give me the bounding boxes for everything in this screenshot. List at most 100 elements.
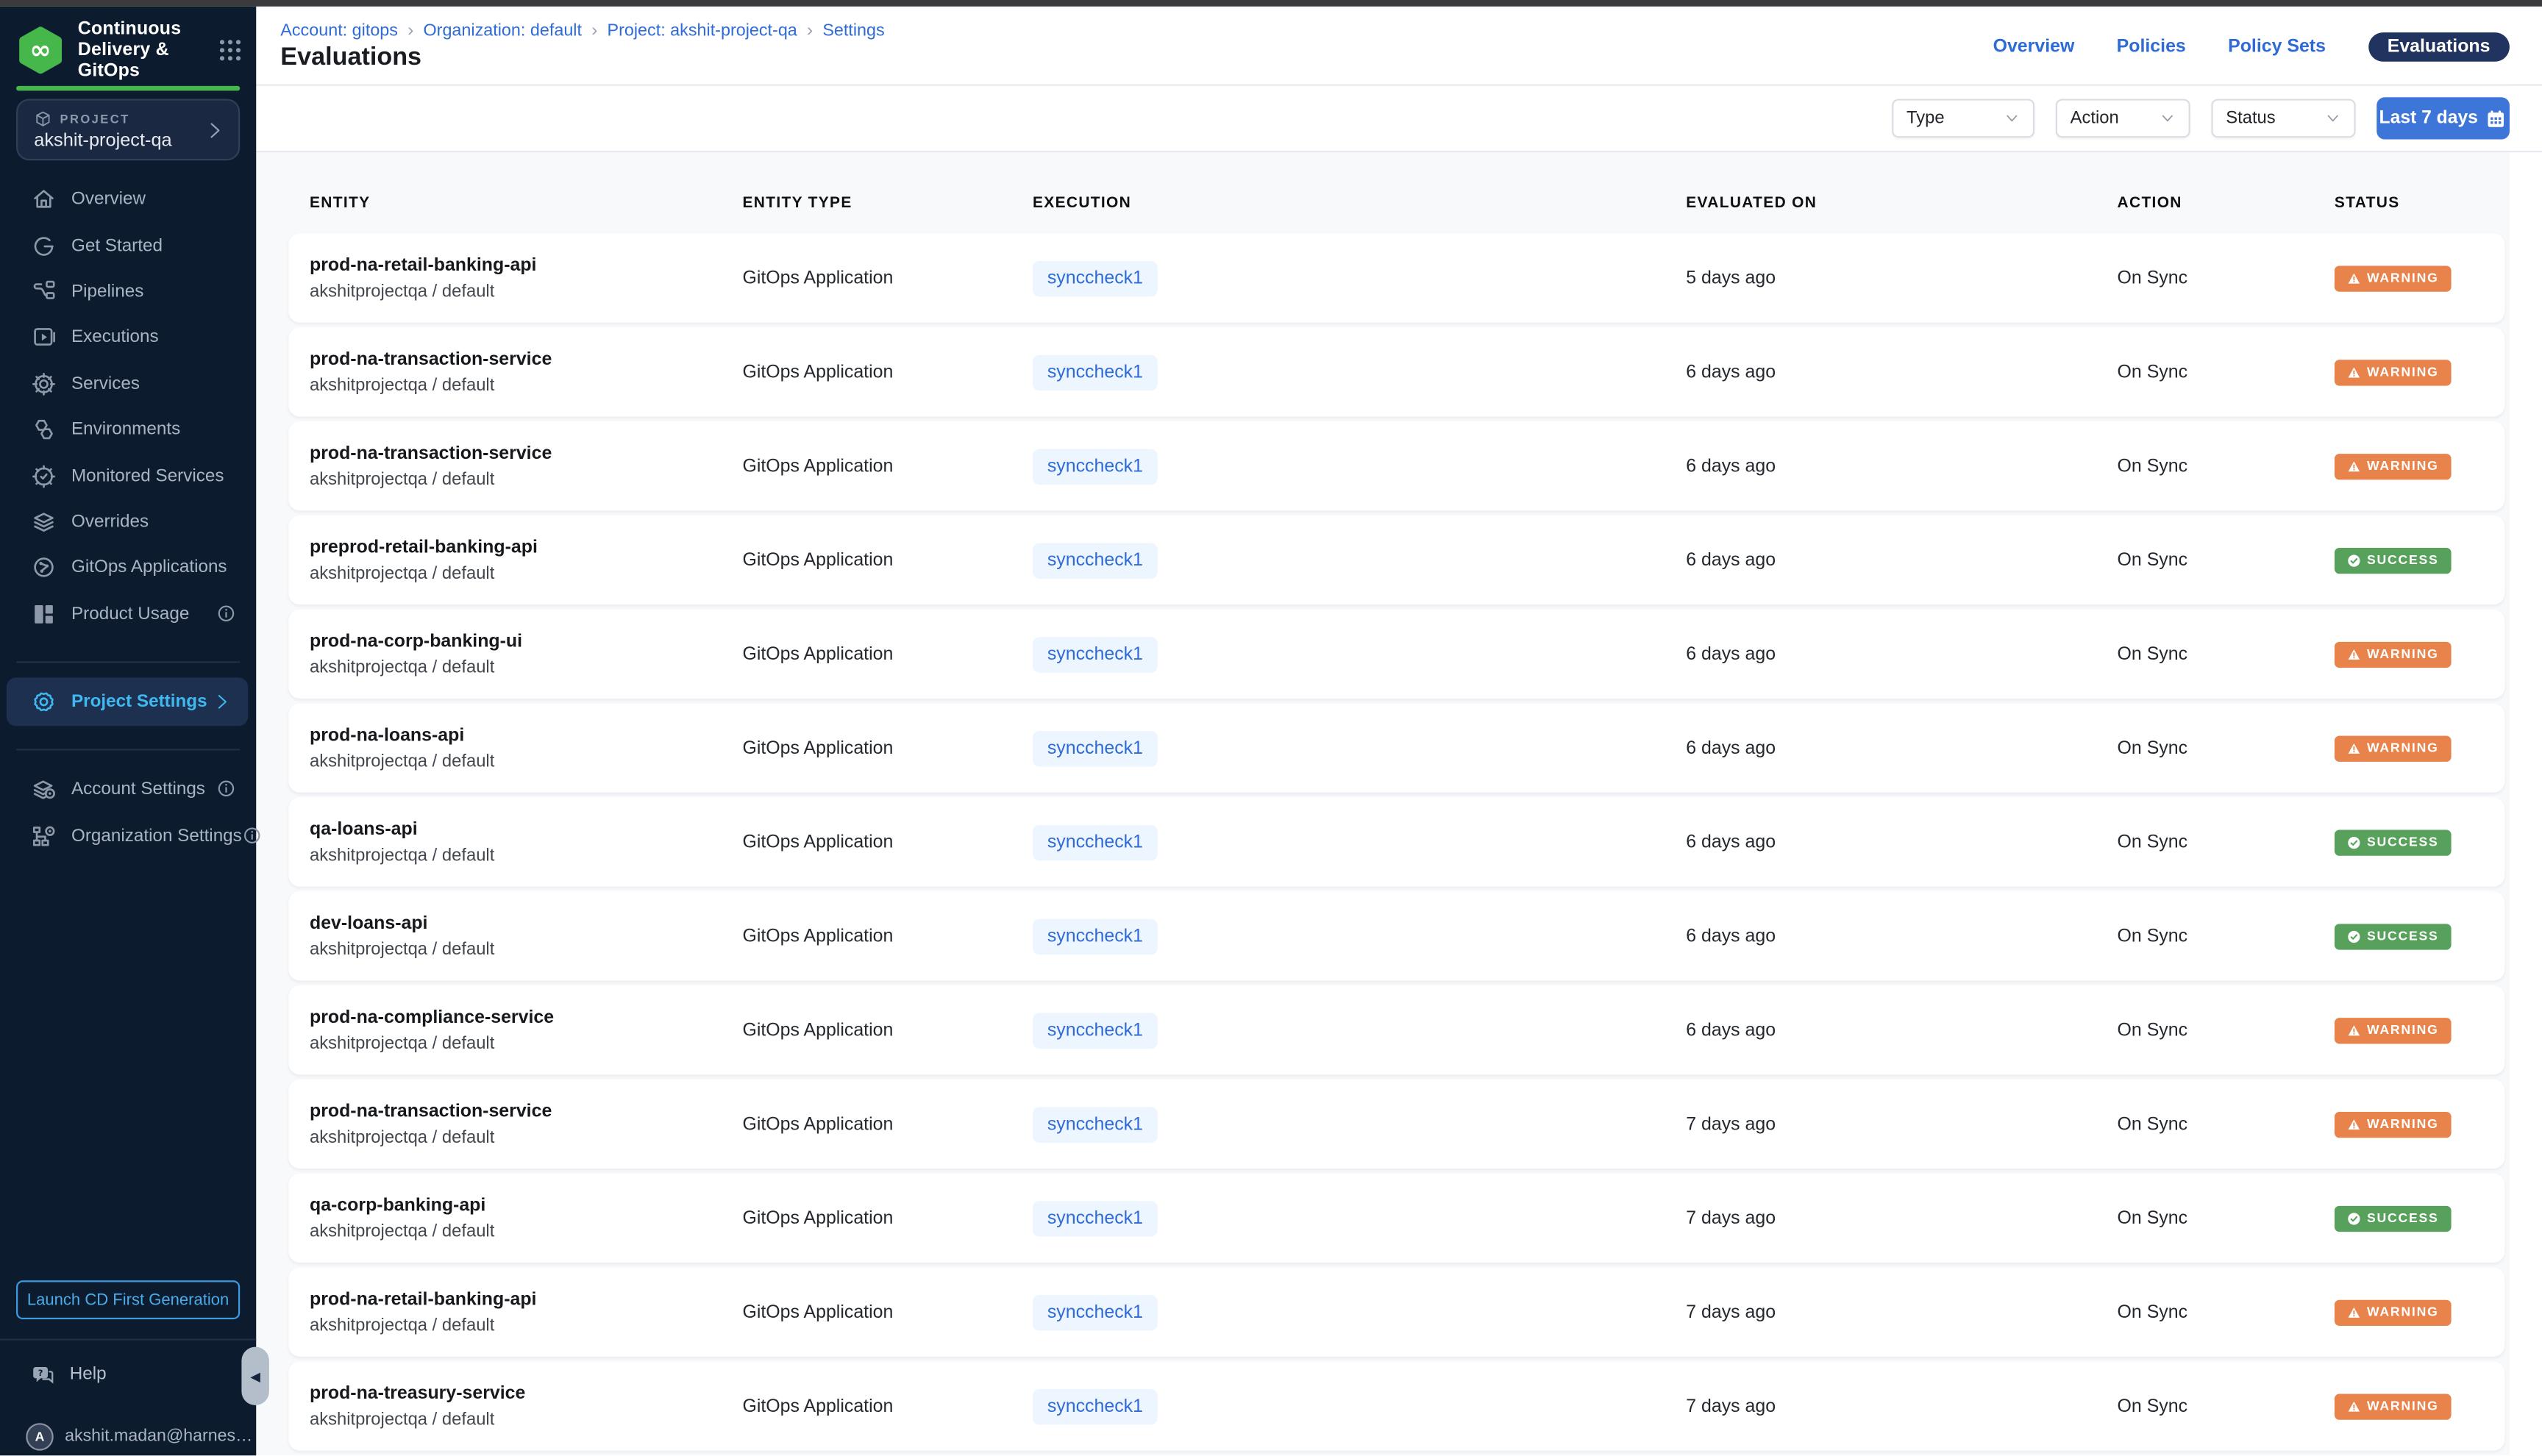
warning-icon [2348, 1118, 2361, 1131]
table-row[interactable]: prod-na-corp-banking-ui akshitprojectqa … [288, 609, 2505, 699]
project-selector[interactable]: PROJECT akshit-project-qa [16, 99, 241, 161]
tab-policy-sets[interactable]: Policy Sets [2228, 37, 2326, 56]
execution-link[interactable]: synccheck1 [1033, 542, 1158, 578]
execution-link[interactable]: synccheck1 [1033, 260, 1158, 296]
table-row[interactable]: preprod-retail-banking-api akshitproject… [288, 515, 2505, 605]
table-row[interactable]: dev-loans-api akshitprojectqa / default … [288, 891, 2505, 981]
sidebar-item-overview[interactable]: Overview [0, 176, 256, 223]
sidebar-item-pipelines[interactable]: Pipelines [0, 268, 256, 315]
sidebar-item-help[interactable]: ? Help [0, 1357, 256, 1392]
breadcrumb-link[interactable]: Account: gitops [280, 21, 398, 40]
entity-name: prod-na-treasury-service [309, 1383, 526, 1403]
breadcrumb-separator: › [807, 21, 813, 41]
evaluated-on-cell: 5 days ago [1686, 268, 1776, 288]
entity-type-cell: GitOps Application [742, 362, 894, 382]
sidebar-divider [0, 1338, 257, 1341]
success-icon [2348, 835, 2361, 849]
evaluated-on-cell: 7 days ago [1686, 1396, 1776, 1416]
status-badge: WARNING [2334, 640, 2452, 667]
entity-name: prod-na-retail-banking-api [309, 255, 537, 275]
sidebar-item-overrides[interactable]: Overrides [0, 499, 256, 545]
entity-name: qa-corp-banking-api [309, 1195, 486, 1215]
action-cell: On Sync [2117, 832, 2188, 852]
sidebar-item-gitops-applications[interactable]: GitOps Applications [0, 545, 256, 591]
execution-link[interactable]: synccheck1 [1033, 354, 1158, 390]
breadcrumb: Account: gitops › Organization: default › Pr… [280, 21, 884, 40]
table-row[interactable]: qa-corp-banking-api akshitprojectqa / de… [288, 1173, 2505, 1263]
product-usage-icon [31, 601, 57, 627]
status-badge: WARNING [2334, 1110, 2452, 1138]
execution-link[interactable]: synccheck1 [1033, 1106, 1158, 1142]
sidebar-item-project-settings[interactable]: Project Settings [6, 677, 249, 727]
info-icon [216, 778, 237, 799]
grid-9-dots-icon[interactable] [217, 38, 243, 63]
entity-type-cell: GitOps Application [742, 1208, 894, 1228]
breadcrumb-link[interactable]: Organization: default [424, 21, 582, 40]
status-filter-dropdown[interactable]: Status [2211, 99, 2356, 138]
table-row[interactable]: prod-na-transaction-service akshitprojec… [288, 421, 2505, 511]
tab-evaluations-active[interactable]: Evaluations [2368, 31, 2510, 61]
sidebar-item-environments[interactable]: Environments [0, 407, 256, 453]
execution-link[interactable]: synccheck1 [1033, 1012, 1158, 1048]
breadcrumb-link[interactable]: Settings [822, 21, 884, 40]
organization-settings-icon [31, 823, 57, 849]
sidebar-item-monitored-services[interactable]: Monitored Services [0, 453, 256, 499]
product-title: Continuous Delivery & GitOps [77, 18, 182, 81]
pipelines-icon [31, 279, 57, 304]
help-chat-icon: ? [31, 1363, 55, 1387]
sidebar-item-executions[interactable]: Executions [0, 315, 256, 361]
main-content: Account: gitops › Organization: default › Pr… [256, 6, 2542, 1456]
executions-icon [31, 325, 57, 351]
scrollbar-gutter [2509, 6, 2542, 1456]
execution-link[interactable]: synccheck1 [1033, 1293, 1158, 1330]
date-range-label: Last 7 days [2379, 108, 2478, 129]
tab-policies[interactable]: Policies [2117, 37, 2186, 56]
tab-overview[interactable]: Overview [1993, 37, 2075, 56]
table-row[interactable]: prod-na-loans-api akshitprojectqa / defa… [288, 703, 2505, 793]
action-filter-label: Action [2070, 108, 2119, 129]
sidebar-admin-nav: Account Settings Organization Settings [0, 765, 260, 859]
sidebar-item-services[interactable]: Services [0, 361, 256, 407]
evaluated-on-cell: 6 days ago [1686, 1020, 1776, 1040]
evaluated-on-cell: 7 days ago [1686, 1302, 1776, 1322]
user-account[interactable]: A akshit.madan@harnes… [0, 1416, 256, 1455]
action-cell: On Sync [2117, 550, 2188, 570]
evaluated-on-cell: 6 days ago [1686, 644, 1776, 664]
execution-link[interactable]: synccheck1 [1033, 1388, 1158, 1424]
action-cell: On Sync [2117, 268, 2188, 288]
sidebar-item-account-settings[interactable]: Account Settings [0, 765, 256, 812]
table-row[interactable]: prod-na-transaction-service akshitprojec… [288, 1079, 2505, 1169]
table-row[interactable]: qa-loans-api akshitprojectqa / default G… [288, 797, 2505, 887]
execution-link[interactable]: synccheck1 [1033, 918, 1158, 954]
cube-icon [34, 110, 51, 128]
execution-link[interactable]: synccheck1 [1033, 448, 1158, 484]
action-cell: On Sync [2117, 738, 2188, 758]
execution-link[interactable]: synccheck1 [1033, 636, 1158, 672]
breadcrumb-link[interactable]: Project: akshit-project-qa [608, 21, 797, 40]
execution-link[interactable]: synccheck1 [1033, 729, 1158, 766]
action-filter-dropdown[interactable]: Action [2055, 99, 2190, 138]
entity-name: dev-loans-api [309, 913, 428, 933]
type-filter-dropdown[interactable]: Type [1892, 99, 2035, 138]
module-accent-line [16, 85, 241, 90]
column-header: EVALUATED ON [1686, 194, 1818, 213]
execution-link[interactable]: synccheck1 [1033, 1200, 1158, 1236]
sidebar-item-get-started[interactable]: Get Started [0, 223, 256, 269]
evaluated-on-cell: 6 days ago [1686, 832, 1776, 852]
table-row[interactable]: prod-na-retail-banking-api akshitproject… [288, 233, 2505, 323]
launch-cd-first-gen-button[interactable]: Launch CD First Generation [16, 1280, 241, 1320]
sidebar-divider [16, 661, 241, 663]
sidebar-item-product-usage[interactable]: Product Usage [0, 590, 256, 637]
execution-link[interactable]: synccheck1 [1033, 824, 1158, 860]
date-range-button[interactable]: Last 7 days [2377, 97, 2510, 140]
table-row[interactable]: prod-na-treasury-service akshitprojectqa… [288, 1361, 2505, 1451]
warning-icon [2348, 271, 2361, 285]
table-row[interactable]: prod-na-compliance-service akshitproject… [288, 985, 2505, 1075]
table-row[interactable]: prod-na-transaction-service akshitprojec… [288, 327, 2505, 417]
sidebar-collapse-handle[interactable]: ◀ [241, 1346, 269, 1405]
evaluated-on-cell: 6 days ago [1686, 362, 1776, 382]
table-row[interactable]: prod-na-retail-banking-api akshitproject… [288, 1267, 2505, 1357]
entity-scope: akshitprojectqa / default [309, 751, 495, 771]
entity-type-cell: GitOps Application [742, 832, 894, 852]
sidebar-item-organization-settings[interactable]: Organization Settings [0, 812, 260, 859]
